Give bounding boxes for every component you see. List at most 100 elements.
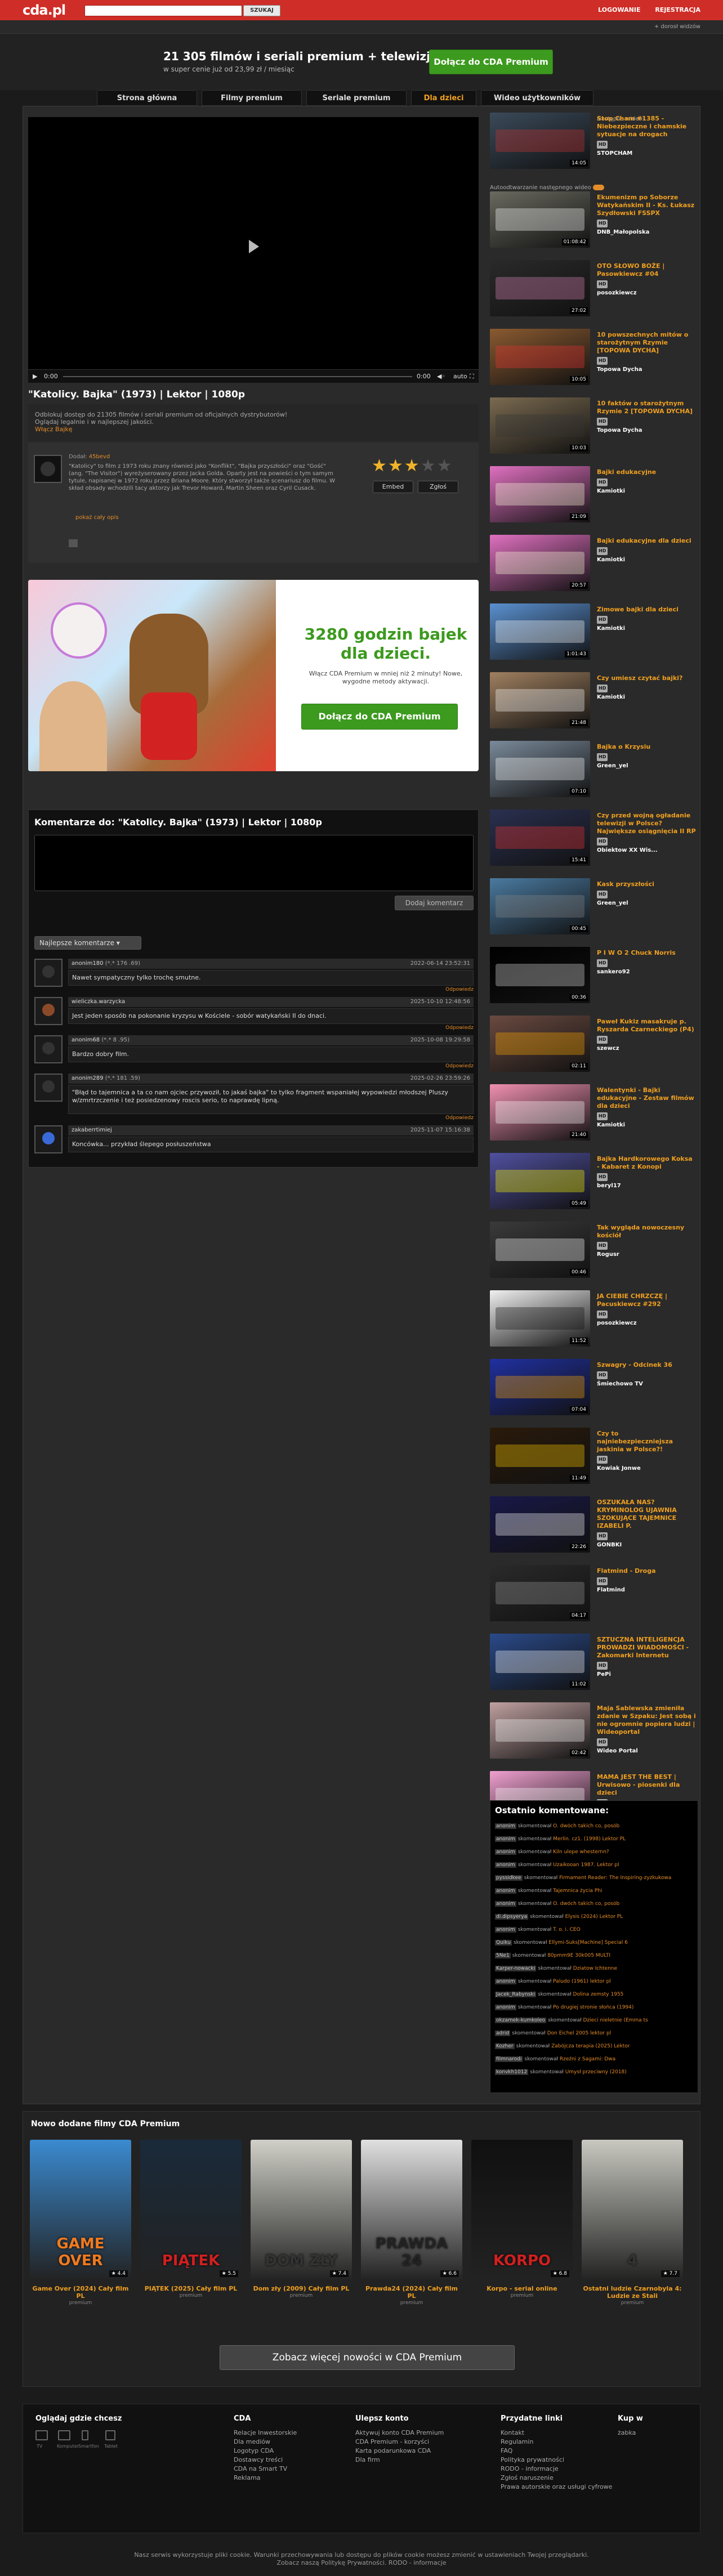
video-thumbnail[interactable]: 21:40: [490, 1084, 590, 1141]
related-video-item[interactable]: 00:45 Kask przyszłości HD Green_yel: [490, 878, 698, 937]
reply-link[interactable]: Odpowiedz: [445, 987, 474, 992]
related-video-item[interactable]: 20:57 Bajki edukacyjne dla dzieci HD Kamio…: [490, 535, 698, 593]
footer-link[interactable]: FAQ: [501, 2447, 612, 2456]
film-title[interactable]: Korpo - serial online premium: [471, 2285, 573, 2300]
recent-comment-user[interactable]: anonim: [495, 1979, 516, 1984]
related-video-item[interactable]: 00:36 P I W O 2 Chuck Norris HD sankero92: [490, 947, 698, 1005]
recent-comment-line[interactable]: pyssidkee skomentował Firmament Reader: T…: [495, 1875, 695, 1881]
footer-link[interactable]: Relacje Inwestorskie: [234, 2429, 297, 2438]
related-video-title[interactable]: OSZUKAŁA NAS? KRYMINOLOG UJAWNIA SZOKUJĄ…: [597, 1499, 696, 1549]
fullscreen-icon[interactable]: ⛶: [470, 373, 474, 381]
footer-link[interactable]: Aktywuj konto CDA Premium: [355, 2429, 444, 2438]
related-video-author[interactable]: szewcz: [597, 1045, 696, 1053]
recent-comment-user[interactable]: anonim: [495, 1823, 516, 1829]
video-thumbnail[interactable]: 22:26: [490, 1496, 590, 1553]
related-video-title[interactable]: Ekumenizm po Soborze Watykańskim II - Ks…: [597, 194, 696, 236]
recent-comment-line[interactable]: anonim skomentował Tajemnica życia Phi: [495, 1888, 695, 1894]
recent-comment-user[interactable]: Karper-nowacki: [495, 1966, 537, 1971]
recent-comment-video[interactable]: Dolina zemsty 1955: [573, 1992, 624, 1997]
related-video-title[interactable]: JA CIEBIE CHRZCZĘ | Pacuskiewcz #292 HD po…: [597, 1293, 696, 1327]
tab-kids[interactable]: Dla dzieci: [411, 90, 476, 106]
video-thumbnail[interactable]: 01:08:42: [490, 191, 590, 248]
related-video-item[interactable]: 1:01:43 Zimowe bajki dla dzieci HD Kamiotk…: [490, 603, 698, 662]
related-video-title[interactable]: Bajki edukacyjne dla dzieci HD Kamiotki: [597, 537, 696, 564]
quality-selector[interactable]: auto: [453, 373, 467, 380]
flag-icon[interactable]: [69, 539, 78, 547]
related-video-item[interactable]: 01:08:42 Ekumenizm po Soborze Watykański…: [490, 191, 698, 250]
video-thumbnail[interactable]: 27:02: [490, 260, 590, 316]
cda-logo[interactable]: cda.pl: [23, 2, 66, 18]
related-video-author[interactable]: Kamiotki: [597, 556, 696, 564]
related-video-author[interactable]: posozkiewcz: [597, 289, 696, 297]
related-video-item[interactable]: 15:41 Czy przed wojną ogładanie telewizj…: [490, 810, 698, 868]
comment-avatar[interactable]: [34, 959, 63, 987]
recent-comment-video[interactable]: Ellymi-Suks[Machine] Special 6: [548, 1940, 627, 1946]
video-thumbnail[interactable]: 00:36: [490, 947, 590, 1003]
related-video-title[interactable]: Zimowe bajki dla dzieci HD Kamiotki: [597, 606, 696, 633]
related-video-author[interactable]: Flatmind: [597, 1586, 696, 1594]
related-video-author[interactable]: Topowa Dycha: [597, 427, 696, 435]
recent-comment-video[interactable]: Don Eichel 2005 lektor pl: [547, 2031, 612, 2036]
recent-comment-user[interactable]: Jacek_Rabynski: [495, 1992, 537, 1997]
recent-comment-line[interactable]: adrid skomentował Don Eichel 2005 lektor …: [495, 2031, 695, 2036]
film-title[interactable]: Game Over (2024) Cały film PL premium: [30, 2285, 131, 2307]
related-video-item[interactable]: 02:11 Paweł Kukiz masakruje p. Ryszarda …: [490, 1016, 698, 1074]
comment-avatar[interactable]: [34, 1035, 63, 1063]
recent-comment-line[interactable]: anonim skomentował Uzaikooan 1987. Lektor…: [495, 1862, 695, 1868]
video-thumbnail[interactable]: 14:05: [490, 113, 590, 169]
related-video-item[interactable]: 10:05 10 powszechnych mitów o starożytny…: [490, 329, 698, 387]
recent-comment-video[interactable]: Dziatow Ichtenne: [573, 1966, 617, 1971]
search-input[interactable]: [84, 5, 242, 16]
recent-comment-video[interactable]: Uzaikooan 1987. Lektor pl: [553, 1862, 619, 1868]
recent-comment-user[interactable]: anonim: [495, 1862, 516, 1868]
related-video-item[interactable]: 07:10 Bajka o Krzysiu HD Green_yel: [490, 741, 698, 799]
related-video-author[interactable]: DNB_Małopolska: [597, 229, 696, 236]
video-thumbnail[interactable]: 20:57: [490, 535, 590, 591]
recent-comment-line[interactable]: konvkh1012 skomentował Umysł przeciwny (2…: [495, 2069, 695, 2075]
recent-comment-user[interactable]: okzamek-kumkoleo: [495, 2018, 547, 2023]
related-video-item[interactable]: 10:03 10 faktów o starożytnym Rzymie 2 […: [490, 397, 698, 456]
related-video-author[interactable]: Kamiotki: [597, 488, 696, 495]
film-poster[interactable]: GAME OVER ★ 4.4: [30, 2140, 131, 2280]
footer-link[interactable]: Dla firm: [355, 2456, 444, 2465]
recent-comment-video[interactable]: 80pmm9E 30k005 MULTI: [547, 1953, 610, 1958]
tab-user-videos[interactable]: Wideo użytkowników: [481, 90, 593, 106]
recent-comment-user[interactable]: anonim: [495, 2005, 516, 2010]
recent-comment-user[interactable]: di.dipsyerya: [495, 1914, 529, 1920]
related-video-title[interactable]: Bajki edukacyjne HD Kamiotki: [597, 468, 696, 495]
film-title[interactable]: Ostatni ludzie Czarnobyla 4: Ludzie ze S…: [582, 2285, 683, 2307]
recent-comment-video[interactable]: Elysis (2024) Lektor PL: [565, 1914, 623, 1920]
footer-link[interactable]: Karta podarunkowa CDA: [355, 2447, 444, 2456]
related-video-author[interactable]: Kowiak Jonwe: [597, 1465, 696, 1473]
recent-comment-line[interactable]: anonim skomentował Po drugiej stronie sło…: [495, 2005, 695, 2010]
related-video-author[interactable]: Kamiotki: [597, 694, 696, 701]
recent-comment-video[interactable]: Kiln ulepe whesternn?: [553, 1849, 609, 1855]
film-poster[interactable]: 4 ★ 7.7: [582, 2140, 683, 2280]
recent-comment-user[interactable]: Quiku: [495, 1940, 512, 1946]
related-video-author[interactable]: PePi: [597, 1671, 696, 1679]
video-thumbnail[interactable]: 11:52: [490, 1290, 590, 1347]
recent-comment-user[interactable]: anonim: [495, 1927, 516, 1933]
recent-comment-user[interactable]: anonim: [495, 1849, 516, 1855]
related-video-author[interactable]: Śmiechowo TV: [597, 1380, 696, 1388]
recent-comment-video[interactable]: O. dwóch takich co, posób: [553, 1901, 619, 1907]
report-button[interactable]: Zgłoś: [418, 481, 458, 493]
video-thumbnail[interactable]: 15:41: [490, 810, 590, 866]
video-thumbnail[interactable]: 02:42: [490, 1702, 590, 1759]
footer-link[interactable]: Kontakt: [501, 2429, 612, 2438]
play-icon[interactable]: [249, 240, 259, 253]
video-thumbnail[interactable]: 21:48: [490, 672, 590, 728]
progress-bar[interactable]: [63, 376, 412, 377]
recent-comment-line[interactable]: anonim skomentował Kiln ulepe whesternn?: [495, 1849, 695, 1855]
related-video-item[interactable]: 14:05 Stop Cham #1385 - Niebezpieczne i …: [490, 113, 698, 171]
recent-comment-user[interactable]: filmnarodi: [495, 2056, 523, 2062]
recent-comment-user[interactable]: pyssidkee: [495, 1875, 523, 1881]
recent-comment-user[interactable]: anonim: [495, 1888, 516, 1894]
recent-comment-line[interactable]: filmnarodi skomentował Rzeźni z Sagami: D…: [495, 2056, 695, 2062]
related-video-title[interactable]: Kask przyszłości HD Green_yel: [597, 880, 696, 907]
related-video-author[interactable]: beryl17: [597, 1182, 696, 1190]
play-button[interactable]: ▶: [33, 373, 37, 380]
related-video-author[interactable]: posozkiewcz: [597, 1320, 696, 1327]
related-video-item[interactable]: 02:42 Maja Sablewska zmieniła zdanie w S…: [490, 1702, 698, 1761]
recent-comment-video[interactable]: Umysł przeciwny (2018): [565, 2069, 627, 2075]
